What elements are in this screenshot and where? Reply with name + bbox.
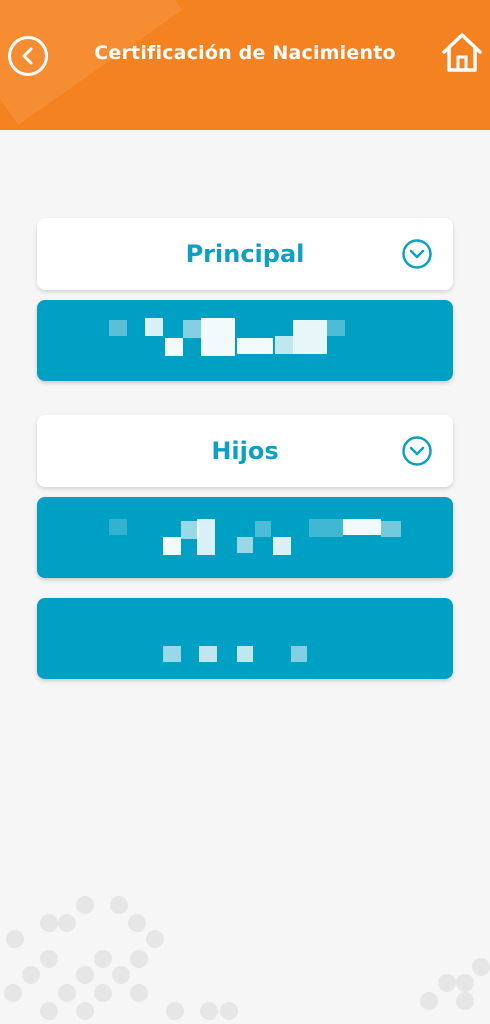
back-button[interactable] <box>8 36 48 76</box>
chevron-down-icon <box>402 239 432 269</box>
child-card[interactable] <box>37 497 453 578</box>
home-icon <box>442 33 482 72</box>
section-header-principal[interactable]: Principal <box>37 218 453 290</box>
page-title: Certificación de Nacimiento <box>94 42 396 64</box>
home-button[interactable] <box>440 30 484 74</box>
section-label: Hijos <box>211 437 279 465</box>
chevron-down-icon <box>402 436 432 466</box>
child-card[interactable] <box>37 598 453 679</box>
chevron-left-icon <box>22 47 33 65</box>
background-dot-pattern <box>0 880 490 1024</box>
section-header-hijos[interactable]: Hijos <box>37 415 453 487</box>
person-card[interactable] <box>37 300 453 381</box>
app-header: Certificación de Nacimiento <box>0 0 490 130</box>
section-label: Principal <box>185 240 305 268</box>
